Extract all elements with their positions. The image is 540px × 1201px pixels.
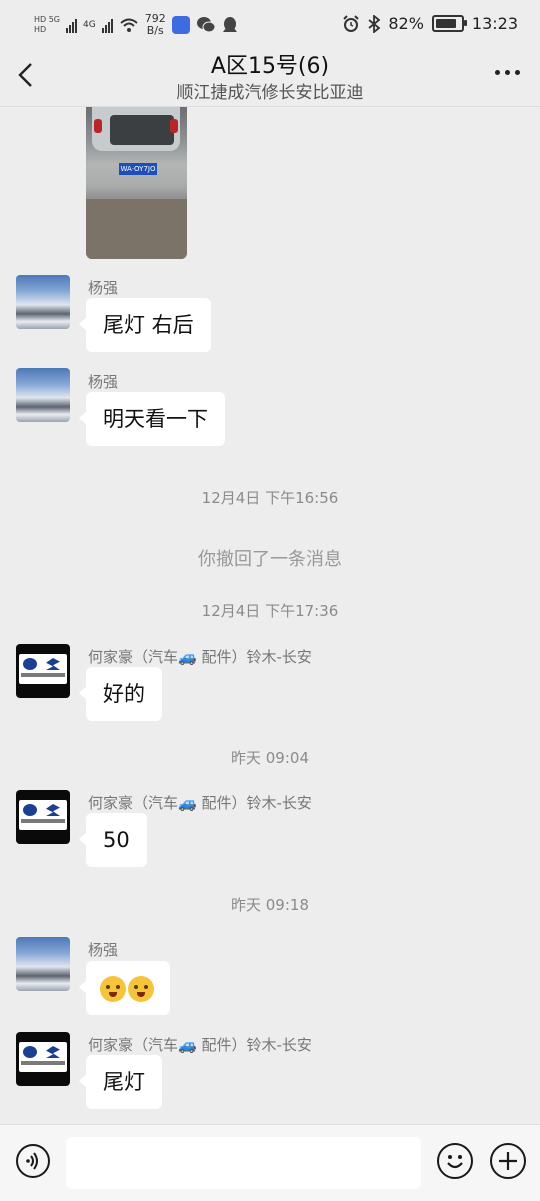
- message-bubble[interactable]: 尾灯: [79, 1055, 162, 1109]
- message-list[interactable]: WA·OY7JO 杨强 尾灯 右后 杨强 明天看一下 12月4日 下午16:56…: [0, 107, 540, 1123]
- net-label-3: 4G: [83, 20, 96, 30]
- net-label-1: HD 5G: [34, 15, 61, 24]
- network-labels: HD 5G HD: [34, 15, 60, 35]
- battery-fill: [435, 19, 456, 28]
- smile-icon: [447, 1155, 463, 1169]
- wifi-icon: [120, 18, 138, 32]
- avatar[interactable]: [16, 790, 70, 844]
- license-plate: WA·OY7JO: [119, 163, 157, 175]
- tail-light-right: [170, 119, 178, 133]
- signal-icon: [66, 17, 78, 33]
- avatar[interactable]: [16, 644, 70, 698]
- net-speed: 792 B/s: [145, 13, 166, 37]
- timestamp: 12月4日 下午17:36: [201, 602, 339, 620]
- clock: 13:23: [471, 14, 518, 33]
- ground: [86, 199, 187, 259]
- message-input[interactable]: [66, 1137, 421, 1189]
- message-bubble[interactable]: 好的: [79, 667, 162, 721]
- battery-percent: 82%: [388, 14, 424, 33]
- sender-name: 杨强: [88, 373, 119, 391]
- qq-icon: [222, 17, 237, 32]
- image-message[interactable]: WA·OY7JO: [86, 107, 187, 259]
- car-body: [92, 107, 180, 151]
- net-label-2: HD: [34, 25, 47, 34]
- signal-icon-2: [101, 17, 113, 33]
- sender-name: 何家豪（汽车🚙 配件）铃木-长安: [88, 1036, 312, 1054]
- status-left: HD 5G HD 4G 792 B/s: [34, 13, 238, 37]
- avatar[interactable]: [16, 368, 70, 422]
- bluetooth-icon: [368, 14, 381, 33]
- alarm-icon: [343, 14, 360, 32]
- status-right: 82% 13:23: [342, 14, 518, 33]
- system-message: 你撤回了一条消息: [198, 549, 342, 570]
- avatar[interactable]: [16, 1032, 70, 1086]
- sender-name: 杨强: [88, 941, 119, 959]
- sender-name: 何家豪（汽车🚙 配件）铃木-长安: [88, 794, 312, 812]
- crying-emoji-icon: [100, 976, 126, 1002]
- input-bar: [0, 1124, 540, 1201]
- message-bubble[interactable]: 明天看一下: [79, 392, 225, 446]
- net-speed-unit: B/s: [146, 24, 164, 37]
- chat-title: A区15号(6): [210, 54, 330, 79]
- chat-subtitle: 顺江捷成汽修长安比亚迪: [176, 83, 364, 103]
- battery-icon: [431, 15, 467, 32]
- wechat-icon: [196, 17, 216, 33]
- message-bubble[interactable]: 尾灯 右后: [79, 298, 211, 352]
- tail-light-left: [94, 119, 102, 133]
- chat-header: A区15号(6) 顺江捷成汽修长安比亚迪: [0, 44, 540, 107]
- avatar[interactable]: [16, 275, 70, 329]
- crying-emoji-icon: [128, 976, 154, 1002]
- sender-name: 杨强: [88, 279, 119, 297]
- timestamp: 12月4日 下午16:56: [201, 489, 339, 507]
- plus-icon: [499, 1152, 517, 1170]
- app-notification-icon: [171, 16, 190, 34]
- car-window: [110, 115, 174, 145]
- message-bubble[interactable]: [79, 961, 170, 1015]
- timestamp: 昨天 09:18: [231, 896, 309, 914]
- voice-icon: [26, 1152, 38, 1170]
- timestamp: 昨天 09:04: [231, 749, 309, 767]
- message-bubble[interactable]: 50: [79, 813, 147, 867]
- sender-name: 何家豪（汽车🚙 配件）铃木-长安: [88, 648, 312, 666]
- more-icon[interactable]: [495, 70, 520, 75]
- voice-button[interactable]: [16, 1144, 50, 1178]
- add-button[interactable]: [490, 1143, 526, 1179]
- emoji-button[interactable]: [437, 1143, 473, 1179]
- avatar[interactable]: [16, 937, 70, 991]
